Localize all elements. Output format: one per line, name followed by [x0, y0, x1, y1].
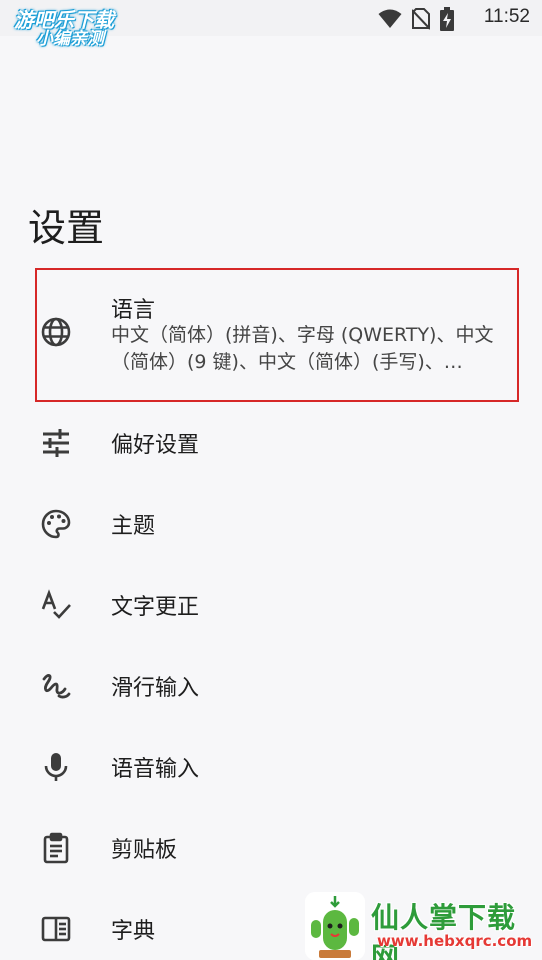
settings-item-label: 文字更正	[111, 594, 200, 620]
settings-item-voice-input[interactable]: 语音输入	[0, 726, 542, 807]
watermark-line-1: 游吧乐下载	[14, 8, 114, 32]
watermark-logo-top: 游吧乐下载 小编亲测	[14, 10, 114, 49]
no-sim-icon	[411, 8, 431, 34]
gesture-icon	[38, 668, 74, 704]
settings-item-clipboard[interactable]: 剪贴板	[0, 807, 542, 888]
cactus-logo-icon	[305, 892, 365, 960]
status-time: 11:52	[483, 6, 530, 27]
settings-item-label: 主题	[111, 513, 156, 539]
highlight-box	[35, 268, 519, 402]
settings-item-label: 语音输入	[111, 756, 200, 782]
settings-item-label: 偏好设置	[111, 432, 200, 458]
status-icons	[378, 7, 454, 35]
settings-item-label: 字典	[111, 918, 156, 944]
mic-icon	[38, 749, 74, 785]
watermark-logo-bottom: 仙人掌下载网 www.hebxqrc.com	[305, 892, 542, 960]
watermark-line-2: 小编亲测	[36, 29, 104, 49]
watermark-brand: 仙人掌下载网	[371, 901, 517, 960]
watermark-url: www.hebxqrc.com	[377, 932, 533, 950]
settings-item-preferences[interactable]: 偏好设置	[0, 402, 542, 483]
settings-item-label: 滑行输入	[111, 675, 200, 701]
palette-icon	[38, 506, 74, 542]
settings-item-glide-typing[interactable]: 滑行输入	[0, 645, 542, 726]
spellcheck-icon	[38, 587, 74, 623]
clipboard-icon	[38, 830, 74, 866]
page-title: 设置	[28, 206, 105, 250]
dictionary-icon	[38, 911, 74, 947]
settings-item-text-correction[interactable]: 文字更正	[0, 564, 542, 645]
sliders-icon	[38, 425, 74, 461]
settings-item-label: 剪贴板	[111, 837, 178, 863]
battery-charging-icon	[440, 7, 454, 35]
wifi-icon	[378, 9, 402, 33]
settings-item-theme[interactable]: 主题	[0, 483, 542, 564]
